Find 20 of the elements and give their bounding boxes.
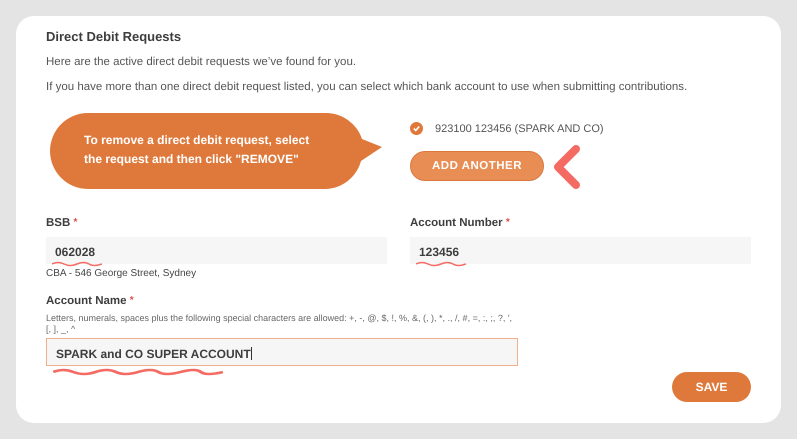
squiggle-underline — [416, 261, 466, 267]
help-text: Letters, numerals, spaces plus the following special characters are allowed: +, -, @, $, !, %, &, (, ), *, ., /, #, =, :, ;, ?, ', [, ], _, ^ — [46, 313, 514, 335]
account-number-field[interactable]: 123456 — [410, 237, 751, 264]
intro-text: Here are the active direct debit requests we’ve found for you. — [46, 55, 358, 70]
account-number-label: Account Number * — [410, 217, 511, 231]
section-title: Direct Debit Requests — [46, 28, 182, 46]
squiggle-underline — [52, 261, 102, 267]
bank-account-label: 923100 123456 (SPARK AND CO) — [435, 122, 604, 134]
checkbox[interactable] — [410, 122, 423, 135]
required-mark: * — [73, 217, 78, 228]
note-text: If you have more than one direct debit request listed, you can select which bank account to use when submitting contributions. — [46, 80, 688, 95]
callout-text: To remove a direct debit request, select the request and then click "REMOVE" — [84, 132, 310, 168]
required-mark: * — [130, 295, 134, 306]
account-name-label: Account Name * — [46, 295, 135, 309]
bsb-label: BSB * — [46, 217, 78, 231]
required-mark: * — [506, 217, 510, 228]
chevron-icon — [552, 145, 580, 189]
bsb-field[interactable]: 062028 — [46, 237, 387, 264]
bank-branch-text: CBA - 546 George Street, Sydney — [46, 268, 198, 279]
checkmark-icon — [412, 124, 421, 133]
